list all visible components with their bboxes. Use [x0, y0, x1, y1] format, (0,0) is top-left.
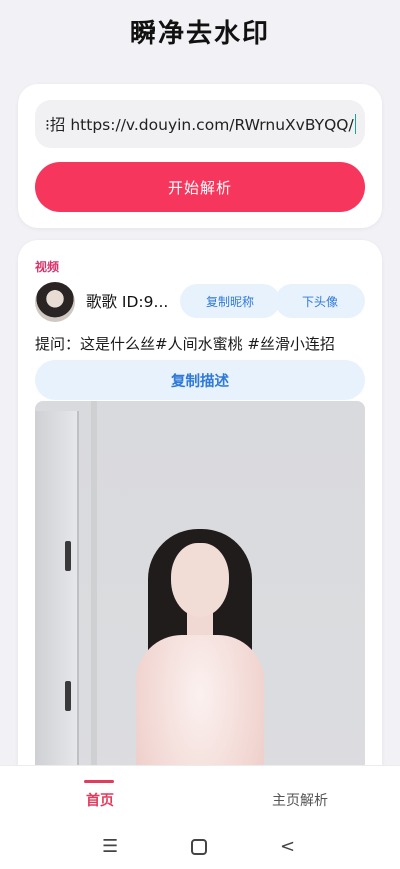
avatar: [35, 282, 75, 322]
video-preview[interactable]: [35, 401, 365, 800]
door-hinge-lower: [65, 681, 71, 711]
url-input[interactable]: ⁝招 https://v.douyin.com/RWrnuXvBYQQ/: [35, 100, 365, 148]
copy-description-button[interactable]: 复制描述: [35, 360, 365, 400]
nav-tab-home[interactable]: 首页: [86, 790, 114, 810]
url-input-value: ⁝招 https://v.douyin.com/RWrnuXvBYQQ/: [45, 116, 354, 134]
result-card: 视频 歌歌 ID:9... 复制昵称 下头像 提问：这是什么丝#人间水蜜桃 #丝…: [18, 240, 382, 800]
download-avatar-button[interactable]: 下头像: [275, 284, 365, 318]
section-tag: 视频: [35, 260, 60, 274]
system-nav-bar: ☰ <: [0, 830, 400, 866]
nav-tab-profile-parse[interactable]: 主页解析: [272, 790, 328, 810]
figure-face: [171, 543, 229, 617]
door-hinge-upper: [65, 541, 71, 571]
nav-active-indicator: [84, 780, 114, 783]
video-description: 提问：这是什么丝#人间水蜜桃 #丝滑小连招: [35, 335, 335, 353]
input-card: ⁝招 https://v.douyin.com/RWrnuXvBYQQ/ 开始解…: [18, 84, 382, 228]
bottom-nav: 首页 主页解析 ☰ <: [0, 765, 400, 869]
menu-icon[interactable]: ☰: [102, 836, 118, 857]
back-icon[interactable]: <: [280, 836, 295, 857]
author-name: 歌歌 ID:9...: [86, 293, 169, 311]
copy-nickname-button[interactable]: 复制昵称: [180, 284, 280, 318]
app-title: 瞬净去水印: [129, 19, 270, 49]
door-shape: [35, 411, 79, 800]
start-parse-button[interactable]: 开始解析: [35, 162, 365, 212]
home-square-icon[interactable]: [191, 839, 207, 855]
wall-shadow: [91, 401, 97, 800]
